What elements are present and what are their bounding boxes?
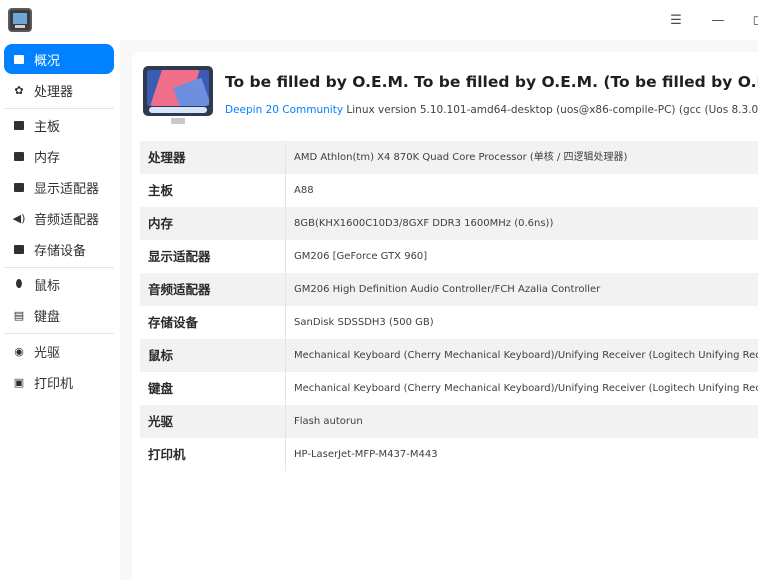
table-row: 打印机 HP-LaserJet-MFP-M437-M443 xyxy=(140,438,758,471)
menu-button[interactable]: ☰ xyxy=(664,8,688,32)
sidebar-item-mouse[interactable]: ⬮ 鼠标 xyxy=(4,269,114,299)
sidebar-divider xyxy=(4,333,114,334)
sidebar-item-memory[interactable]: 内存 xyxy=(4,141,114,171)
row-label: 音频适配器 xyxy=(148,282,211,297)
table-row: 鼠标 Mechanical Keyboard (Cherry Mechanica… xyxy=(140,339,758,372)
row-label: 键盘 xyxy=(148,381,174,396)
sidebar-item-label: 键盘 xyxy=(34,309,61,325)
row-value: Flash autorun xyxy=(294,416,363,427)
desktop-computer-icon xyxy=(143,66,213,124)
sidebar-divider xyxy=(4,108,114,109)
maximize-button[interactable]: ◻ xyxy=(746,8,758,32)
sidebar-item-optical-drive[interactable]: ◉ 光驱 xyxy=(4,336,114,366)
sidebar-item-overview[interactable]: 概况 xyxy=(4,44,114,74)
keyboard-icon: ▤ xyxy=(13,308,25,322)
table-row: 主板 A88 xyxy=(140,174,758,207)
table-row: 内存 8GB(KHX1600C10D3/8GXF DDR3 1600MHz (0… xyxy=(140,207,758,240)
table-row: 音频适配器 GM206 High Definition Audio Contro… xyxy=(140,273,758,306)
row-value: SanDisk SDSSDH3 (500 GB) xyxy=(294,317,434,328)
sidebar-item-label: 存储设备 xyxy=(34,243,87,259)
storage-icon xyxy=(12,242,26,256)
table-row: 存储设备 SanDisk SDSSDH3 (500 GB) xyxy=(140,306,758,339)
sidebar-item-label: 光驱 xyxy=(34,345,61,361)
sidebar-divider xyxy=(4,267,114,268)
row-label: 存储设备 xyxy=(148,315,199,330)
row-label: 鼠标 xyxy=(148,348,174,363)
row-value: A88 xyxy=(294,185,314,196)
audio-icon: ◀) xyxy=(12,211,26,225)
sidebar-item-label: 概况 xyxy=(34,53,61,69)
row-label: 显示适配器 xyxy=(148,249,211,264)
minimize-icon: — xyxy=(711,12,725,28)
sidebar-item-label: 显示适配器 xyxy=(34,181,100,197)
row-label: 打印机 xyxy=(148,447,186,462)
row-label: 内存 xyxy=(148,216,174,231)
row-value: 8GB(KHX1600C10D3/8GXF DDR3 1600MHz (0.6n… xyxy=(294,218,554,229)
sidebar-item-label: 主板 xyxy=(34,119,61,135)
overview-table: 处理器 AMD Athlon(tm) X4 870K Quad Core Pro… xyxy=(140,141,758,471)
sidebar-item-display-adapter[interactable]: 显示适配器 xyxy=(4,172,114,202)
device-manager-window: ☰ — ◻ 概况 ✿ 处理器 主板 内存 显示适配器 ◀) 音频适配器 存储设备… xyxy=(0,0,758,580)
maximize-icon: ◻ xyxy=(752,12,758,28)
row-value: Mechanical Keyboard (Cherry Mechanical K… xyxy=(294,350,758,361)
overview-icon xyxy=(12,52,26,66)
row-label: 光驱 xyxy=(148,414,174,429)
sidebar-item-label: 鼠标 xyxy=(34,278,61,294)
sidebar-item-storage[interactable]: 存储设备 xyxy=(4,234,114,264)
row-label: 主板 xyxy=(148,183,174,198)
sidebar-item-motherboard[interactable]: 主板 xyxy=(4,110,114,140)
row-value: GM206 High Definition Audio Controller/F… xyxy=(294,284,601,295)
printer-icon: ▣ xyxy=(13,375,25,389)
row-value: GM206 [GeForce GTX 960] xyxy=(294,251,428,262)
minimize-button[interactable]: — xyxy=(706,8,730,32)
optical-drive-icon: ◉ xyxy=(14,344,24,358)
sidebar-item-label: 打印机 xyxy=(34,376,74,392)
table-row: 处理器 AMD Athlon(tm) X4 870K Quad Core Pro… xyxy=(140,141,758,174)
menu-icon: ☰ xyxy=(670,12,682,28)
os-details: Linux version 5.10.101-amd64-desktop (uo… xyxy=(346,104,758,116)
sidebar-item-printer[interactable]: ▣ 打印机 xyxy=(4,367,114,397)
sidebar: 概况 ✿ 处理器 主板 内存 显示适配器 ◀) 音频适配器 存储设备 ⬮ 鼠标 … xyxy=(0,40,120,580)
motherboard-icon xyxy=(12,118,26,132)
sidebar-item-audio-adapter[interactable]: ◀) 音频适配器 xyxy=(4,203,114,233)
row-value: AMD Athlon(tm) X4 870K Quad Core Process… xyxy=(294,152,628,163)
os-version-line: Deepin 20 Community Linux version 5.10.1… xyxy=(225,104,758,116)
device-title: To be filled by O.E.M. To be filled by O… xyxy=(225,73,758,91)
table-row: 显示适配器 GM206 [GeForce GTX 960] xyxy=(140,240,758,273)
cpu-icon: ✿ xyxy=(14,83,24,97)
os-link[interactable]: Deepin 20 Community xyxy=(225,104,343,116)
sidebar-item-cpu[interactable]: ✿ 处理器 xyxy=(4,75,114,105)
display-adapter-icon xyxy=(12,180,26,194)
sidebar-item-label: 内存 xyxy=(34,150,61,166)
memory-icon xyxy=(12,149,26,163)
table-row: 光驱 Flash autorun xyxy=(140,405,758,438)
row-value: Mechanical Keyboard (Cherry Mechanical K… xyxy=(294,383,758,394)
computer-monitor-icon xyxy=(8,8,32,32)
row-value: HP-LaserJet-MFP-M437-M443 xyxy=(294,449,438,460)
sidebar-item-label: 处理器 xyxy=(34,84,74,100)
row-label: 处理器 xyxy=(148,150,186,165)
sidebar-item-label: 音频适配器 xyxy=(34,212,100,228)
title-bar: ☰ — ◻ xyxy=(0,0,758,40)
table-row: 键盘 Mechanical Keyboard (Cherry Mechanica… xyxy=(140,372,758,405)
overview-panel: To be filled by O.E.M. To be filled by O… xyxy=(132,52,758,580)
mouse-icon: ⬮ xyxy=(15,277,23,290)
sidebar-item-keyboard[interactable]: ▤ 键盘 xyxy=(4,300,114,330)
